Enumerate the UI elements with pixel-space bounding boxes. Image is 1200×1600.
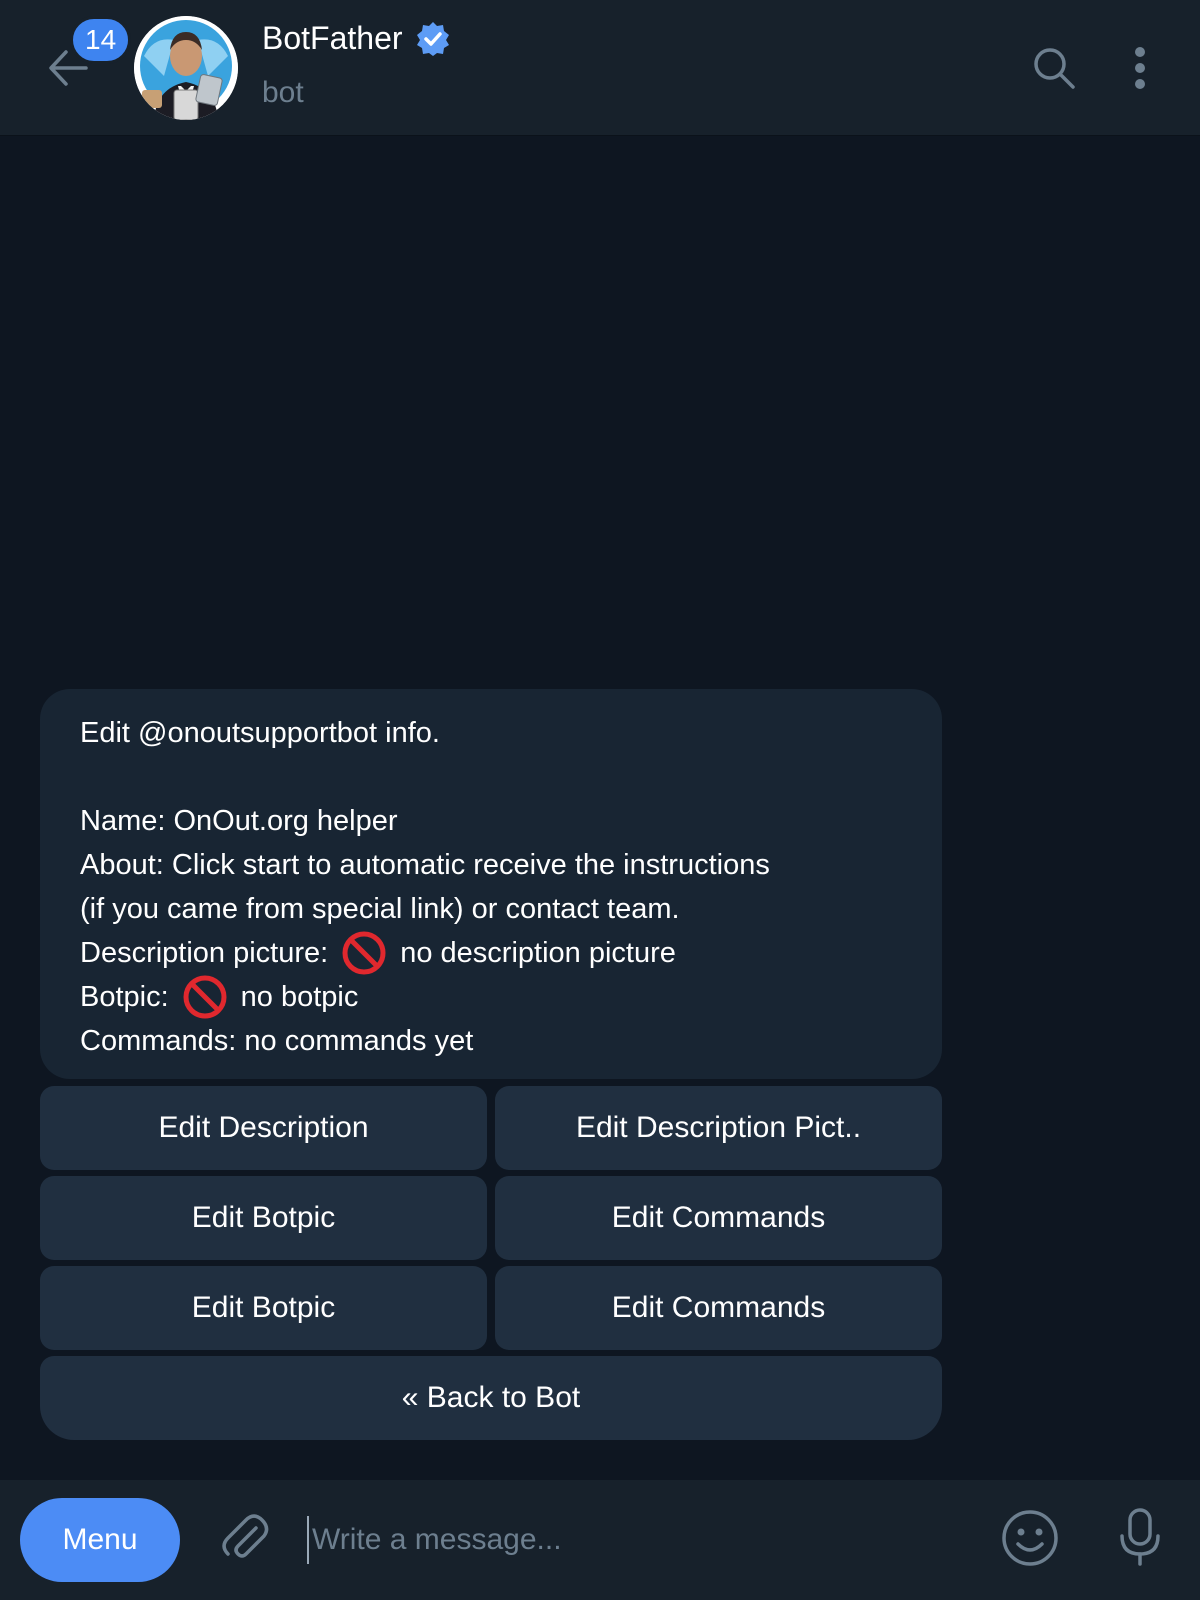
message-composer: Menu [0,1480,1200,1600]
voice-message-button[interactable] [1108,1502,1172,1574]
more-options-button[interactable] [1112,40,1168,96]
search-icon [1034,48,1075,89]
edit-botpic-button[interactable]: Edit Botpic [40,1176,487,1260]
message-heading: Edit @onoutsupportbot info. [80,717,440,749]
message-name-line: Name: OnOut.org helper [80,805,398,837]
text-cursor [307,1516,309,1564]
search-button[interactable] [1026,40,1082,96]
message-about-line-2: (if you came from special link) or conta… [80,893,680,925]
chat-subtitle: bot [262,76,304,109]
message-botpic-line: Botpic: no botpic [80,975,902,1019]
message-input[interactable] [312,1508,952,1572]
edit-description-button[interactable]: Edit Description [40,1086,487,1170]
message-description-picture-line: Description picture: no description pict… [80,931,902,975]
chat-title[interactable]: BotFather [262,20,451,57]
chat-header: 14 BotFather bot [0,0,1200,136]
edit-commands-button-2[interactable]: Edit Commands [495,1266,942,1350]
message-commands-line: Commands: no commands yet [80,1025,474,1057]
microphone-icon [1120,1508,1160,1566]
smiley-icon [1002,1510,1058,1566]
chat-title-text: BotFather [262,20,403,56]
edit-description-picture-button[interactable]: Edit Description Pict.. [495,1086,942,1170]
no-entry-icon [342,931,386,975]
more-vertical-icon [1135,47,1145,89]
message-bubble: Edit @onoutsupportbot info. Name: OnOut.… [40,689,942,1079]
edit-commands-button[interactable]: Edit Commands [495,1176,942,1260]
no-entry-icon [183,975,227,1019]
avatar[interactable] [134,16,238,120]
menu-button[interactable]: Menu [20,1498,180,1582]
description-picture-label: Description picture: [80,937,329,969]
attach-button[interactable] [212,1506,276,1570]
message-about-line: About: Click start to automatic receive … [80,849,770,881]
back-to-bot-button[interactable]: « Back to Bot [40,1356,942,1440]
botpic-label: Botpic: [80,981,169,1013]
unread-count-badge: 14 [70,16,132,64]
verified-badge-icon [416,21,449,56]
botpic-value: no botpic [240,981,359,1013]
edit-botpic-button-2[interactable]: Edit Botpic [40,1266,487,1350]
botfather-avatar-icon [134,16,238,120]
paperclip-icon [222,1514,269,1558]
emoji-button[interactable] [998,1506,1062,1570]
description-picture-value: no description picture [400,937,676,969]
